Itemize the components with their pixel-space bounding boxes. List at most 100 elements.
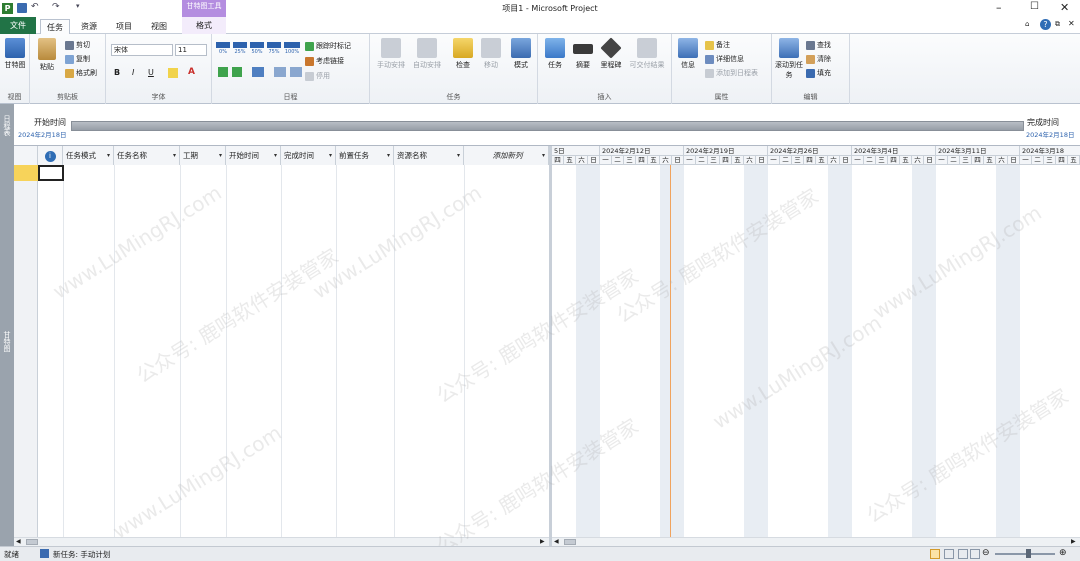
mark-on-track-button[interactable]: 跟踪时标记: [305, 40, 351, 52]
percent-75-button[interactable]: 75%: [267, 42, 281, 55]
close-document-icon[interactable]: ✕: [1068, 19, 1075, 28]
scroll-left-icon[interactable]: ◀: [16, 538, 21, 545]
percent-complete-buttons: 0% 25% 50% 75% 100%: [216, 42, 300, 58]
column-header-start[interactable]: 开始时间 ▾: [226, 146, 281, 165]
insert-task-button[interactable]: 任务: [542, 38, 568, 70]
auto-schedule-icon: [417, 38, 437, 58]
add-to-timeline-button[interactable]: 添加到日程表: [705, 67, 758, 79]
tab-view[interactable]: 视图: [144, 19, 174, 34]
insert-milestone-button[interactable]: 里程碑: [598, 37, 624, 70]
fill-button[interactable]: 填充: [806, 67, 831, 79]
font-color-button[interactable]: A: [188, 67, 195, 77]
move-button[interactable]: 移动: [478, 38, 504, 70]
move-icon: [481, 38, 501, 58]
undo-icon[interactable]: ↶: [31, 2, 39, 12]
timescale-day-label: 四: [1056, 156, 1068, 165]
close-icon[interactable]: ✕: [1060, 1, 1069, 14]
font-size-select[interactable]: 11: [175, 44, 207, 56]
indicators-column-header[interactable]: i: [38, 146, 63, 165]
column-header-resource-names[interactable]: 资源名称 ▾: [394, 146, 464, 165]
gantt-view-shortcut-icon[interactable]: [930, 549, 940, 559]
column-header-predecessors[interactable]: 前置任务 ▾: [336, 146, 394, 165]
format-painter-button[interactable]: 格式刷: [65, 67, 97, 79]
redo-icon[interactable]: ↷: [52, 2, 60, 12]
split-task-icon[interactable]: [290, 67, 302, 77]
link-tasks-icon[interactable]: [252, 67, 264, 77]
zoom-out-icon[interactable]: ⊖: [982, 548, 990, 558]
percent-100-button[interactable]: 100%: [284, 42, 300, 55]
minimize-ribbon-icon[interactable]: ⌂: [1025, 20, 1029, 28]
help-icon[interactable]: ?: [1040, 19, 1051, 30]
column-header-add-new[interactable]: 添加新列 ▾: [464, 146, 549, 165]
percent-50-button[interactable]: 50%: [250, 42, 264, 55]
grid-scroll-thumb[interactable]: [26, 539, 38, 545]
highlight-icon[interactable]: [168, 68, 178, 78]
notes-button[interactable]: 备注: [705, 39, 730, 51]
team-planner-shortcut-icon[interactable]: [958, 549, 968, 559]
mode-button[interactable]: 模式: [508, 38, 534, 70]
row-header-selected[interactable]: [14, 165, 38, 181]
gantt-chart-button[interactable]: 甘特图: [1, 38, 29, 70]
insert-deliverable-button[interactable]: 可交付结果: [626, 38, 668, 70]
tab-task[interactable]: 任务: [40, 19, 70, 34]
grid-horizontal-scrollbar[interactable]: ◀ ▶: [14, 537, 549, 546]
zoom-in-icon[interactable]: ⊕: [1059, 548, 1067, 558]
column-header-task-name[interactable]: 任务名称 ▾: [114, 146, 180, 165]
zoom-slider[interactable]: [995, 553, 1055, 555]
percent-25-button[interactable]: 25%: [233, 42, 247, 55]
font-name-select[interactable]: 宋体: [111, 44, 173, 56]
details-button[interactable]: 详细信息: [705, 53, 744, 65]
maximize-icon[interactable]: ☐: [1030, 1, 1039, 12]
inactivate-button[interactable]: 停用: [305, 70, 330, 82]
active-cell[interactable]: [38, 165, 64, 181]
scroll-right-icon[interactable]: ▶: [540, 538, 545, 545]
bold-button[interactable]: B: [114, 68, 120, 77]
unlink-tasks-icon[interactable]: [274, 67, 286, 77]
app-icon[interactable]: P: [2, 3, 13, 14]
column-header-duration[interactable]: 工期 ▾: [180, 146, 226, 165]
gantt-scroll-right-icon[interactable]: ▶: [1071, 538, 1076, 545]
scroll-to-task-button[interactable]: 滚动到任务: [774, 38, 804, 80]
customize-quick-access-icon[interactable]: ▾: [76, 2, 80, 10]
gantt-chart-icon: [5, 38, 25, 58]
underline-button[interactable]: U: [148, 68, 154, 77]
information-button[interactable]: 信息: [676, 38, 700, 70]
outdent-icon[interactable]: [232, 67, 242, 77]
insert-summary-button[interactable]: 摘要: [570, 38, 596, 70]
indent-icon[interactable]: [218, 67, 228, 77]
paste-button[interactable]: 粘贴: [34, 38, 60, 72]
gantt-scroll-thumb[interactable]: [564, 539, 576, 545]
tab-format[interactable]: 格式: [182, 17, 226, 34]
find-button[interactable]: 查找: [806, 39, 831, 51]
resource-sheet-shortcut-icon[interactable]: [970, 549, 980, 559]
auto-schedule-button[interactable]: 自动安排: [410, 38, 444, 70]
percent-0-button[interactable]: 0%: [216, 42, 230, 55]
respect-links-button[interactable]: 考虑链接: [305, 55, 344, 67]
timeline-bar[interactable]: [71, 121, 1024, 131]
minimize-icon[interactable]: –: [996, 1, 1002, 14]
gantt-horizontal-scrollbar[interactable]: ◀ ▶: [552, 537, 1080, 546]
tab-resource[interactable]: 资源: [74, 19, 104, 34]
manually-schedule-button[interactable]: 手动安排: [374, 38, 408, 70]
timescale-day-label: 一: [600, 156, 612, 165]
column-header-finish[interactable]: 完成时间 ▾: [281, 146, 336, 165]
cut-icon: [65, 40, 74, 50]
task-usage-shortcut-icon[interactable]: [944, 549, 954, 559]
inspect-button[interactable]: 检查: [450, 38, 476, 70]
clear-button[interactable]: 清除: [806, 53, 831, 65]
timescale-day-label: 二: [612, 156, 624, 165]
cut-button[interactable]: 剪切: [65, 39, 90, 51]
tab-file[interactable]: 文件: [0, 17, 36, 34]
tab-project[interactable]: 项目: [108, 19, 140, 34]
column-header-task-mode[interactable]: 任务模式 ▾: [63, 146, 114, 165]
timescale-day-label: 三: [624, 156, 636, 165]
copy-button[interactable]: 复制: [65, 53, 90, 65]
select-all-cell[interactable]: [14, 146, 38, 165]
new-task-mode-button[interactable]: 新任务: 手动计划: [53, 549, 110, 560]
gantt-scroll-left-icon[interactable]: ◀: [554, 538, 559, 545]
italic-button[interactable]: I: [132, 68, 134, 77]
restore-window-icon[interactable]: ⧉: [1055, 20, 1060, 29]
nonworking-day-band: [744, 165, 756, 537]
zoom-slider-thumb[interactable]: [1026, 549, 1031, 558]
save-icon[interactable]: [17, 3, 27, 13]
